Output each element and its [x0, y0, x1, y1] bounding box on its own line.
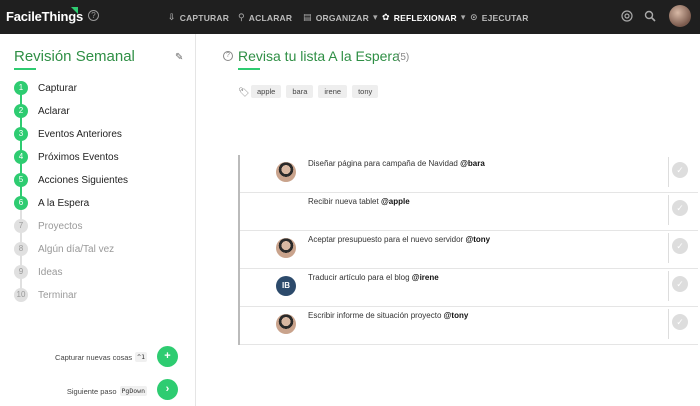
nav-aclarar[interactable]: ⚲ ACLARAR — [238, 12, 292, 23]
top-navbar: FacileThings ? ⇩ CAPTURAR ⚲ ACLARAR ▤ OR… — [0, 0, 700, 34]
title-underline — [238, 68, 260, 70]
tag-filter-list: apple bara irene tony — [251, 85, 379, 98]
avatar — [276, 162, 296, 182]
nav-reflexionar[interactable]: ✿ REFLEXIONAR ▾ — [382, 12, 466, 23]
check-icon[interactable]: ✓ — [672, 200, 688, 216]
capture-shortcut-key: ^1 — [135, 352, 147, 362]
nav-ejecutar[interactable]: ⊙ EJECUTAR — [470, 12, 529, 23]
next-step-key: PgDown — [119, 386, 147, 396]
next-step-label: Siguiente paso PgDown — [66, 386, 147, 396]
tag-tony[interactable]: tony — [352, 85, 379, 98]
apple-logo-icon — [276, 200, 296, 220]
tag-irene[interactable]: irene — [318, 85, 348, 98]
list-item[interactable]: Aceptar presupuesto para el nuevo servid… — [240, 231, 698, 269]
app-logo[interactable]: FacileThings — [6, 9, 83, 24]
avatar — [276, 314, 296, 334]
help-icon[interactable]: ? — [88, 10, 99, 21]
user-avatar[interactable] — [669, 5, 691, 27]
avatar: IB — [276, 276, 296, 296]
help-icon[interactable]: ? — [223, 51, 233, 61]
tag-bara[interactable]: bara — [286, 85, 314, 98]
inbox-icon: ⇩ — [168, 12, 176, 22]
nav-organizar[interactable]: ▤ ORGANIZAR ▾ — [303, 12, 378, 23]
chevron-down-icon: ▾ — [373, 12, 378, 22]
tag-apple[interactable]: apple — [251, 85, 282, 98]
step-proximos-eventos[interactable]: 4 Próximos Eventos — [14, 150, 119, 164]
capture-button[interactable]: + — [157, 346, 178, 367]
sidebar: Revisión Semanal ✎ 1 Capturar 2 Aclarar … — [0, 34, 196, 406]
avatar — [276, 238, 296, 258]
check-icon[interactable]: ✓ — [672, 314, 688, 330]
target-icon[interactable] — [621, 10, 633, 22]
item-count: (5) — [397, 52, 410, 63]
list-item[interactable]: Escribir informe de situación proyecto @… — [240, 307, 698, 345]
check-icon[interactable]: ✓ — [672, 238, 688, 254]
step-eventos-anteriores[interactable]: 3 Eventos Anteriores — [14, 127, 122, 141]
next-step-button[interactable]: › — [157, 379, 178, 400]
step-algun-dia[interactable]: 8 Algún día/Tal vez — [14, 242, 114, 256]
sidebar-title: Revisión Semanal — [14, 48, 135, 65]
page-title: Revisa tu lista A la Espera — [238, 48, 400, 64]
process-icon: ⚲ — [238, 12, 245, 22]
step-ideas[interactable]: 9 Ideas — [14, 265, 62, 279]
waiting-list: Diseñar página para campaña de Navidad @… — [238, 155, 698, 345]
step-aclarar[interactable]: 2 Aclarar — [14, 104, 70, 118]
title-underline — [14, 68, 36, 70]
step-proyectos[interactable]: 7 Proyectos — [14, 219, 82, 233]
nav-capturar[interactable]: ⇩ CAPTURAR — [168, 12, 229, 23]
list-item[interactable]: IB Traducir artículo para el blog @irene… — [240, 269, 698, 307]
tag-icon: 🏷︎ — [238, 87, 250, 97]
brain-icon: ✿ — [382, 12, 390, 22]
check-icon[interactable]: ✓ — [672, 162, 688, 178]
step-acciones-siguientes[interactable]: 5 Acciones Siguientes — [14, 173, 128, 187]
list-item[interactable]: Diseñar página para campaña de Navidad @… — [240, 155, 698, 193]
folder-icon: ▤ — [303, 12, 312, 22]
play-icon: ⊙ — [470, 12, 478, 22]
step-capturar[interactable]: 1 Capturar — [14, 81, 77, 95]
step-a-la-espera[interactable]: 6 A la Espera — [14, 196, 89, 210]
check-icon[interactable]: ✓ — [672, 276, 688, 292]
step-terminar[interactable]: 10 Terminar — [14, 288, 77, 302]
chevron-down-icon: ▾ — [460, 12, 466, 22]
list-item[interactable]: Recibir nueva tablet @apple ✓ — [240, 193, 698, 231]
capture-shortcut-label: Capturar nuevas cosas ^1 — [55, 352, 147, 362]
search-icon[interactable] — [644, 10, 656, 22]
pencil-icon[interactable]: ✎ — [175, 52, 183, 63]
